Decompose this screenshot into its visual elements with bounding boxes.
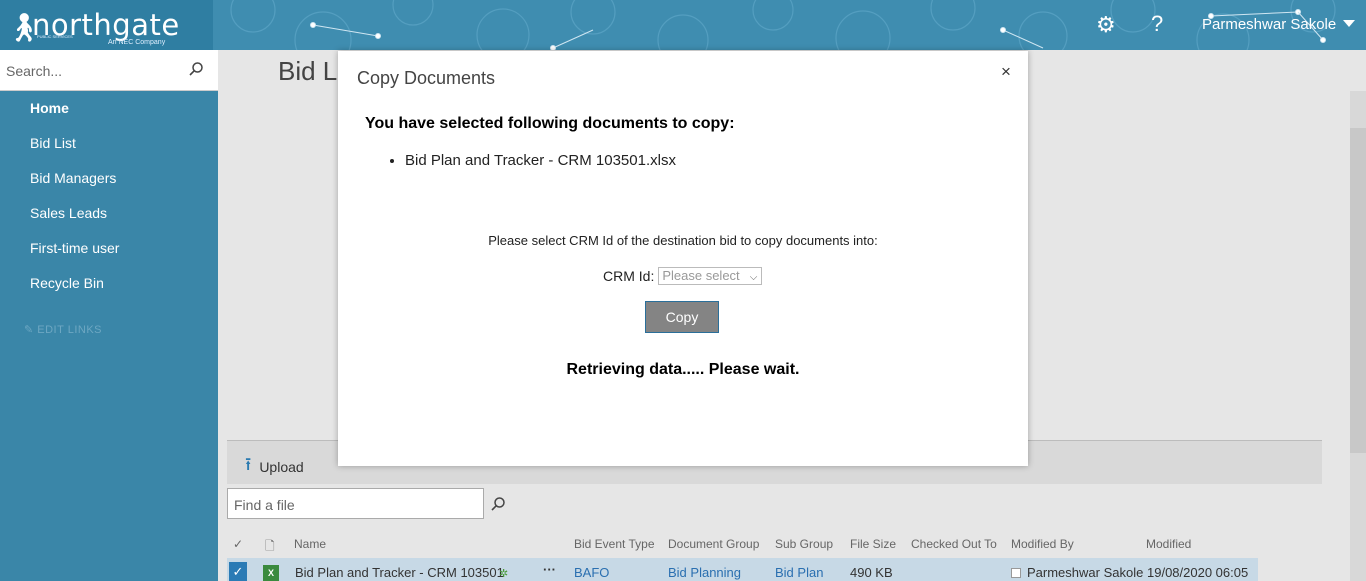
loading-status: Retrieving data..... Please wait. (566, 361, 800, 378)
selected-documents-list: Bid Plan and Tracker - CRM 103501.xlsx (405, 152, 676, 169)
dialog-title: Copy Documents (357, 68, 496, 88)
chevron-down-icon: ⌵ (749, 272, 758, 283)
copy-button[interactable]: Copy (645, 301, 719, 333)
crm-id-select[interactable]: Please select ⌵ (658, 267, 763, 285)
crm-id-row: CRM Id: Please select ⌵ (603, 267, 763, 285)
list-item: Bid Plan and Tracker - CRM 103501.xlsx (405, 152, 676, 169)
close-icon[interactable]: × (1001, 62, 1011, 82)
selected-documents-heading: You have selected following documents to… (365, 115, 735, 132)
crm-id-label: CRM Id: (603, 268, 655, 284)
instruction-text: Please select CRM Id of the destination … (488, 233, 878, 248)
copy-documents-dialog: Copy Documents × You have selected follo… (338, 51, 1028, 466)
crm-id-placeholder: Please select (662, 268, 740, 283)
